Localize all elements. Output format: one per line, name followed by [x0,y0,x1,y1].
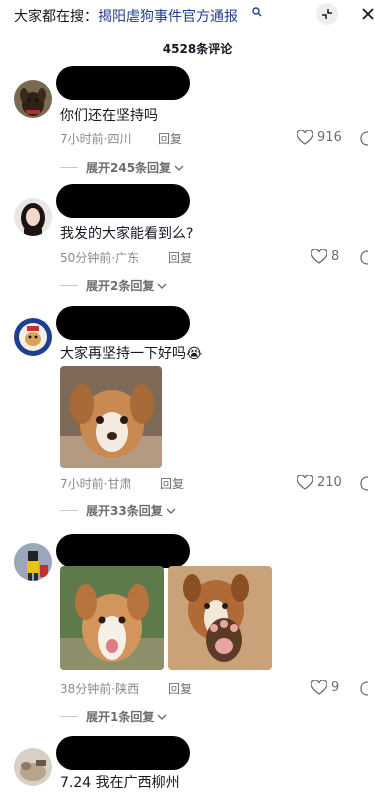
expand-replies-button[interactable]: 展开33条回复 [60,502,176,519]
like-button[interactable]: 8 [311,249,339,264]
expand-replies-label: 展开245条回复 [86,161,172,175]
like-count: 916 [317,130,342,145]
comment-photo[interactable] [168,566,272,670]
comment-text: 你们还在坚持吗 [60,108,158,124]
divider [60,510,78,511]
reply-button[interactable]: 回复 [168,680,192,697]
redacted-username [56,534,190,568]
share-icon[interactable] [360,131,375,146]
like-button[interactable]: 210 [297,475,342,490]
search-topic-link[interactable]: 揭阳虐狗事件官方通报 [98,9,238,25]
comment-photo[interactable] [60,366,162,468]
like-count: 8 [331,249,340,264]
comment-text: 大家再坚持一下好吗😭 [60,346,203,362]
expand-replies-label: 展开33条回复 [86,504,163,518]
like-button[interactable]: 9 [311,680,339,695]
heart-icon [297,130,313,145]
reply-button[interactable]: 回复 [158,130,182,147]
chevron-down-icon [166,508,176,514]
top-search-bar: 大家都在搜：揭阳虐狗事件官方通报 [0,0,375,34]
like-count: 9 [331,680,340,695]
like-count: 210 [317,475,342,490]
chevron-down-icon [157,714,167,720]
heart-icon [311,680,327,695]
comment-photo[interactable] [60,566,164,670]
divider [60,167,78,168]
share-icon[interactable] [360,476,375,491]
expand-replies-button[interactable]: 展开2条回复 [60,277,167,294]
comment-text: 7.24 我在广西柳州 [60,775,180,791]
heart-icon [297,475,313,490]
redacted-username [56,736,190,770]
avatar[interactable] [14,748,52,786]
chevron-down-icon [174,165,184,171]
redacted-username [56,66,190,100]
heart-icon [311,249,327,264]
search-prefix: 大家都在搜： [14,9,98,25]
close-icon[interactable] [360,3,375,25]
chevron-down-icon [157,283,167,289]
reply-button[interactable]: 回复 [160,475,184,492]
search-suggestion[interactable]: 大家都在搜：揭阳虐狗事件官方通报 [14,6,238,26]
comment-meta: 7小时前·甘肃 [60,477,132,491]
shrink-icon [322,9,332,19]
share-icon[interactable] [360,250,375,265]
avatar[interactable] [14,543,52,581]
comment-count: 4528条评论 [162,42,233,56]
search-icon[interactable] [252,7,262,17]
reply-button[interactable]: 回复 [168,249,192,266]
comment-text: 我发的大家能看到么? [60,226,194,242]
comment-meta: 38分钟前·陕西 [60,682,140,696]
shrink-button[interactable] [316,3,338,25]
divider [60,716,78,717]
share-icon[interactable] [360,681,375,696]
avatar[interactable] [14,318,52,356]
expand-replies-button[interactable]: 展开245条回复 [60,159,184,176]
divider [60,285,78,286]
redacted-username [56,184,190,218]
expand-replies-button[interactable]: 展开1条回复 [60,708,167,725]
avatar[interactable] [14,198,52,236]
comment-meta: 50分钟前·广东 [60,251,140,265]
comment-meta: 7小时前·四川 [60,132,132,146]
expand-replies-label: 展开2条回复 [86,279,155,293]
redacted-username [56,306,190,340]
avatar[interactable] [14,80,52,118]
expand-replies-label: 展开1条回复 [86,710,155,724]
like-button[interactable]: 916 [297,130,342,145]
